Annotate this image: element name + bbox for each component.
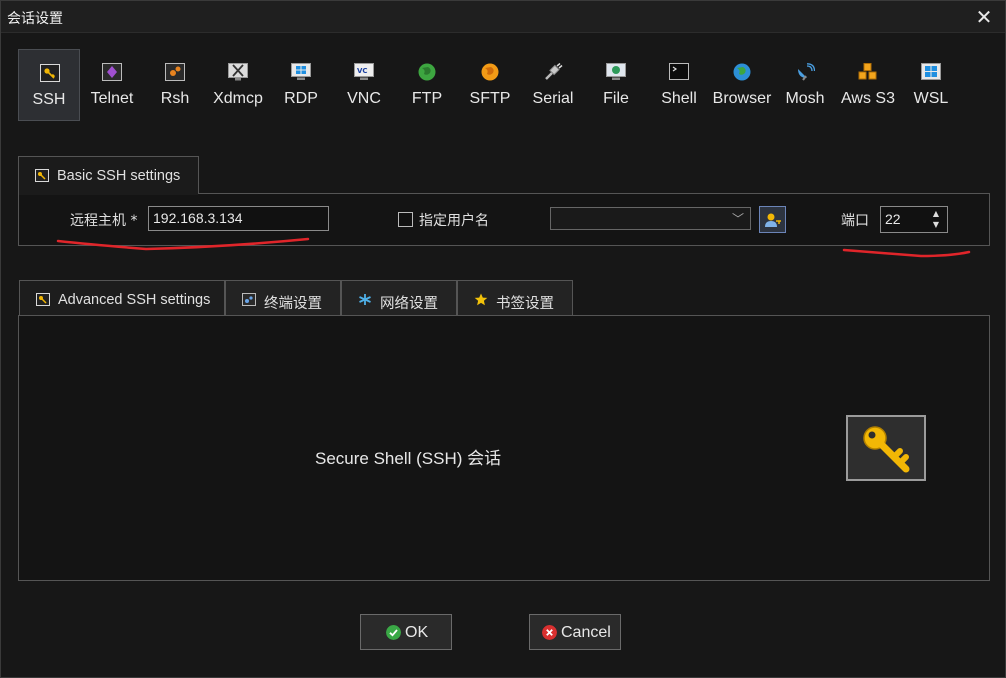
- tab-terminal-settings[interactable]: 终端设置: [225, 280, 341, 318]
- satellite-dish-icon: [798, 63, 815, 81]
- windows-logo-icon: [921, 63, 941, 80]
- key-icon: [36, 293, 50, 306]
- check-icon: [386, 625, 401, 640]
- terminal-icon: [669, 63, 689, 80]
- protocol-aws-s3[interactable]: Aws S3: [837, 49, 899, 121]
- globe-blue-icon: [733, 63, 751, 81]
- windows-remote-icon: [291, 63, 311, 80]
- tab-label: 网络设置: [380, 296, 438, 312]
- aws-cubes-icon: [858, 63, 877, 80]
- tab-advanced-ssh-settings[interactable]: Advanced SSH settings: [19, 280, 225, 318]
- port-value: 22: [885, 211, 901, 227]
- cancel-icon: [542, 625, 557, 640]
- chevron-down-icon: ﹀: [731, 212, 744, 226]
- username-combobox[interactable]: ﹀: [550, 207, 751, 230]
- protocol-mosh[interactable]: Mosh: [774, 49, 836, 121]
- tab-join: [19, 192, 198, 195]
- remote-host-input[interactable]: 192.168.3.134: [148, 206, 329, 231]
- annotation-underline: [842, 248, 971, 258]
- protocol-telnet[interactable]: Telnet: [81, 49, 143, 121]
- spin-up-icon[interactable]: ▲: [931, 209, 941, 219]
- key-icon: [40, 64, 60, 82]
- cancel-label: Cancel: [561, 624, 611, 641]
- protocol-file[interactable]: File: [585, 49, 647, 121]
- protocol-vnc[interactable]: VC VNC: [333, 49, 395, 121]
- protocol-wsl[interactable]: WSL: [900, 49, 962, 121]
- tab-network-settings[interactable]: 网络设置: [341, 280, 457, 318]
- protocol-rsh[interactable]: Rsh: [144, 49, 206, 121]
- specify-username-checkbox[interactable]: [398, 212, 413, 227]
- svg-text:VC: VC: [357, 67, 368, 75]
- port-label: 端口: [841, 213, 869, 229]
- tab-label: Basic SSH settings: [57, 168, 181, 184]
- specify-username-label: 指定用户名: [419, 213, 489, 229]
- ssh-key-image: [846, 415, 926, 481]
- protocol-rdp[interactable]: RDP: [270, 49, 332, 121]
- telnet-icon: [102, 63, 122, 81]
- protocol-ssh[interactable]: SSH: [18, 49, 80, 121]
- star-icon: [474, 293, 488, 306]
- protocol-sftp[interactable]: SFTP: [459, 49, 521, 121]
- tab-label: 终端设置: [264, 296, 322, 312]
- session-description: Secure Shell (SSH) 会话: [315, 449, 502, 468]
- user-icon: [765, 213, 781, 227]
- remote-host-label: 远程主机 *: [70, 213, 138, 229]
- network-icon: [359, 294, 371, 305]
- protocol-shell[interactable]: Shell: [648, 49, 710, 121]
- user-manager-button[interactable]: [759, 206, 786, 233]
- ok-button[interactable]: OK: [360, 614, 452, 650]
- globe-green-icon: [418, 63, 436, 81]
- globe-orange-icon: [481, 63, 499, 81]
- key-icon: [863, 426, 910, 473]
- close-icon[interactable]: ✕: [971, 4, 997, 30]
- tab-label: Advanced SSH settings: [58, 292, 211, 308]
- ok-label: OK: [405, 624, 429, 641]
- rsh-icon: [165, 63, 185, 81]
- key-icon: [35, 169, 49, 182]
- terminal-settings-icon: [242, 293, 256, 306]
- tab-basic-ssh-settings[interactable]: Basic SSH settings: [18, 156, 199, 194]
- protocol-ftp[interactable]: FTP: [396, 49, 458, 121]
- x-display-icon: [228, 63, 248, 81]
- protocol-label: WSL: [913, 90, 949, 107]
- protocol-serial[interactable]: Serial: [522, 49, 584, 121]
- spin-down-icon[interactable]: ▼: [931, 220, 941, 230]
- protocol-browser[interactable]: Browser: [711, 49, 773, 121]
- advanced-settings-panel: [18, 315, 990, 581]
- protocol-xdmcp[interactable]: Xdmcp: [207, 49, 269, 121]
- window-title: 会话设置: [7, 11, 63, 27]
- port-spinbox[interactable]: 22 ▲ ▼: [880, 206, 948, 233]
- session-settings-dialog: 会话设置 ✕ SSH Telnet Rsh Xdmcp RDP VC VNC F…: [0, 0, 1006, 678]
- tab-bookmark-settings[interactable]: 书签设置: [457, 280, 573, 318]
- annotation-underline: [56, 237, 310, 251]
- serial-plug-icon: [545, 63, 563, 80]
- monitor-globe-icon: [606, 63, 626, 80]
- cancel-button[interactable]: Cancel: [529, 614, 621, 650]
- title-bar: 会话设置 ✕: [1, 1, 1005, 33]
- vnc-icon: VC: [354, 63, 374, 80]
- tab-label: 书签设置: [496, 296, 554, 312]
